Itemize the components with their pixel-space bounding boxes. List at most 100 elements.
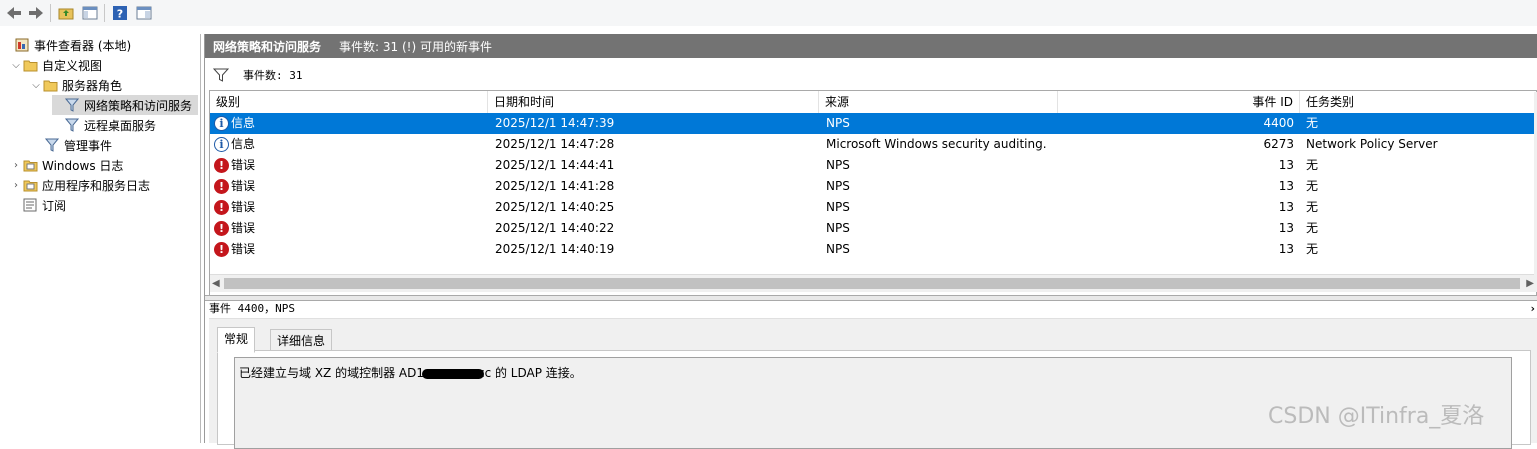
source-cell: NPS [826,200,850,214]
level-cell: ! 错误 [210,155,488,176]
datetime-cell: 2025/12/1 14:47:39 [495,116,615,130]
task-category-cell: 无 [1306,116,1319,130]
results-pane: 网络策略和访问服务 事件数: 31 (!) 可用的新事件 事件数: 31 级别 … [204,34,1537,449]
tree-item-remote-desktop[interactable]: 远程桌面服务 [52,115,156,135]
forward-icon[interactable] [26,3,46,23]
tab-general[interactable]: 常规 [217,327,256,353]
filter-bar: 事件数: 31 [209,60,1534,90]
level-cell: ! 错误 [210,197,488,218]
tree-item-label: 网络策略和访问服务 [84,98,193,113]
event-table: 级别 日期和时间 来源 事件 ID 任务类别 i 信息 2025/12/1 14:4… [209,90,1537,296]
error-icon: ! [214,221,229,236]
tree-item-windows-logs[interactable]: › Windows 日志 [10,155,123,175]
filter-icon[interactable] [213,68,229,82]
table-row[interactable]: i 信息 2025/12/1 14:47:39 NPS 4400 无 [210,113,1536,134]
level-text: 错误 [231,200,256,214]
tree-item-server-roles[interactable]: ⌵ 服务器角色 [30,75,122,95]
folder-icon [22,57,38,73]
level-cell: i 信息 [210,113,488,134]
level-text: 错误 [231,221,256,235]
event-viewer-icon [14,37,30,53]
task-category-cell: 无 [1306,200,1319,214]
panel-subtitle: 事件数: 31 (!) 可用的新事件 [339,39,492,54]
back-icon[interactable] [4,3,24,23]
log-folder-icon [22,157,38,173]
error-icon: ! [214,158,229,173]
tree-item-label: Windows 日志 [42,158,124,173]
level-text: 信息 [231,116,256,130]
event-count: 事件数: 31 [243,69,303,82]
column-header-datetime[interactable]: 日期和时间 [488,91,819,113]
task-category-cell: Network Policy Server [1306,137,1438,151]
scroll-left-icon[interactable]: ◀ [212,275,220,292]
scrollbar-thumb[interactable] [224,278,1520,289]
folder-up-icon[interactable] [56,3,76,23]
detail-title-bar: 事件 4400，NPS › [209,300,1537,319]
error-icon: ! [214,242,229,257]
column-header-event-id[interactable]: 事件 ID [1058,91,1300,113]
task-category-cell: 无 [1306,221,1319,235]
source-cell: NPS [826,158,850,172]
level-cell: ! 错误 [210,176,488,197]
tree-item-administrative-events[interactable]: 管理事件 [32,135,112,155]
scroll-right-icon[interactable]: ▶ [1526,275,1534,292]
tree-item-nps[interactable]: 网络策略和访问服务 [52,95,198,115]
tree-item-label: 应用程序和服务日志 [42,178,151,193]
info-icon: i [214,116,229,131]
tree-item-event-viewer-local[interactable]: 事件查看器 (本地) [2,35,131,55]
datetime-cell: 2025/12/1 14:41:28 [495,179,615,193]
column-header-source[interactable]: 来源 [819,91,1058,113]
panel-title: 网络策略和访问服务 [213,39,322,54]
tree-item-label: 服务器角色 [62,78,123,93]
show-hide-action-pane-icon[interactable] [134,3,154,23]
column-header-level[interactable]: 级别 [210,91,488,113]
table-row[interactable]: ! 错误 2025/12/1 14:44:41 NPS 13 无 [210,155,1536,176]
level-cell: i 信息 [210,134,488,155]
table-row[interactable]: ! 错误 2025/12/1 14:40:22 NPS 13 无 [210,218,1536,239]
tree-item-label: 订阅 [42,198,67,213]
tree-item-label: 事件查看器 (本地) [34,38,132,53]
log-folder-icon [22,177,38,193]
error-icon: ! [214,179,229,194]
tree-item-subscriptions[interactable]: 订阅 [10,195,66,215]
event-id-cell: 13 [1278,221,1294,235]
table-row[interactable]: ! 错误 2025/12/1 14:40:19 NPS 13 无 [210,239,1536,260]
table-row[interactable]: ! 错误 2025/12/1 14:40:25 NPS 13 无 [210,197,1536,218]
expand-chevron-icon[interactable]: ⌵ [30,80,42,91]
level-cell: ! 错误 [210,239,488,260]
subscription-icon [22,197,38,213]
info-icon: i [214,137,229,152]
event-id-cell: 13 [1278,200,1294,214]
level-text: 信息 [231,137,256,151]
console-tree: 事件查看器 (本地) ⌵ 自定义视图 ⌵ 服务器角色 网络策略和访问服务 远程桌… [0,34,201,443]
column-header-task-category[interactable]: 任务类别 [1300,91,1536,113]
datetime-cell: 2025/12/1 14:40:19 [495,242,615,256]
tree-item-app-service-logs[interactable]: › 应用程序和服务日志 [10,175,150,195]
show-hide-tree-icon[interactable] [80,3,100,23]
event-id-cell: 13 [1278,179,1294,193]
level-text: 错误 [231,158,256,172]
filter-icon [44,137,60,153]
source-cell: NPS [826,116,850,130]
event-id-cell: 13 [1278,242,1294,256]
source-cell: NPS [826,242,850,256]
filter-icon [64,117,80,133]
datetime-cell: 2025/12/1 14:47:28 [495,137,615,151]
table-row[interactable]: ! 错误 2025/12/1 14:41:28 NPS 13 无 [210,176,1536,197]
collapse-chevron-icon[interactable]: › [1529,300,1536,318]
folder-icon [42,77,58,93]
table-row[interactable]: i 信息 2025/12/1 14:47:28 Microsoft Windows s… [210,134,1536,155]
expand-chevron-icon[interactable]: ⌵ [10,60,22,71]
datetime-cell: 2025/12/1 14:40:25 [495,200,615,214]
level-text: 错误 [231,179,256,193]
error-icon: ! [214,200,229,215]
event-message: 已经建立与域 XZ 的域控制器 AD1 cc 的 LDAP 连接。 [239,366,582,380]
expand-arrow-icon[interactable]: › [10,180,22,191]
expand-arrow-icon[interactable]: › [10,160,22,171]
help-icon[interactable]: ? [110,3,130,23]
tree-item-custom-views[interactable]: ⌵ 自定义视图 [10,55,102,75]
watermark: CSDN @ITinfra_夏洛 [1268,404,1485,429]
source-cell: NPS [826,221,850,235]
horizontal-scrollbar[interactable]: ◀ ▶ [210,274,1536,292]
detail-title: 事件 4400，NPS [209,302,295,315]
